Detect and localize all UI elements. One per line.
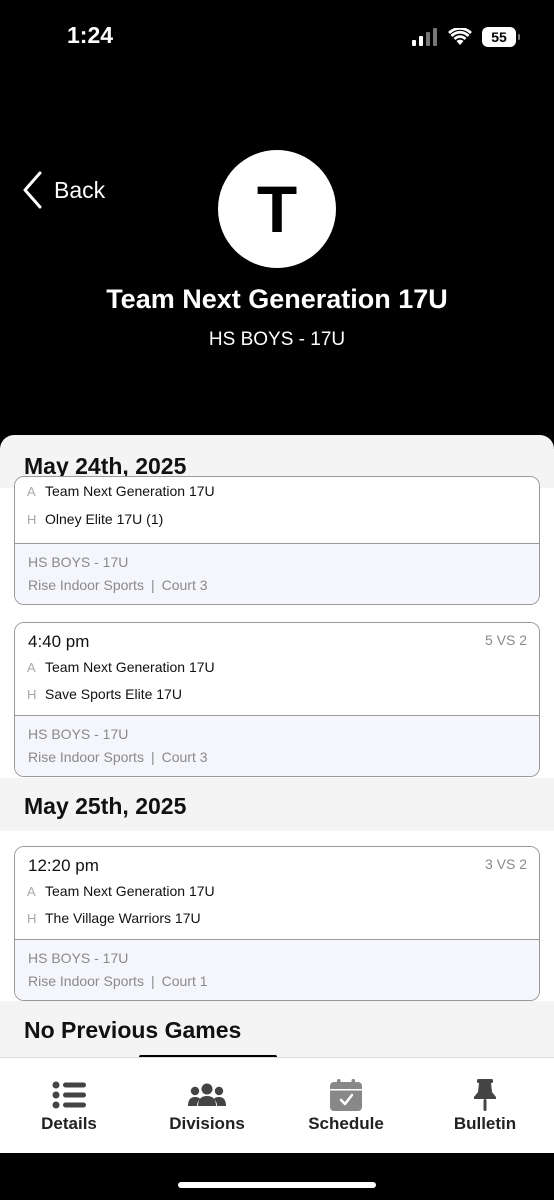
game-section: A Team Next Generation 17U H Olney Elite… (0, 476, 554, 778)
tab-label: Schedule (308, 1114, 384, 1133)
game-venue: Rise Indoor Sports (28, 973, 144, 989)
tab-bulletin[interactable]: Bulletin (416, 1058, 554, 1153)
home-letter: H (27, 687, 37, 702)
home-letter: H (27, 911, 37, 926)
away-team: Team Next Generation 17U (45, 659, 215, 675)
game-location: Rise Indoor Sports | Court 3 (28, 577, 208, 593)
team-division: HS BOYS - 17U (208, 329, 346, 350)
game-card-top: 4:40 pm 5 VS 2 A Team Next Generation 17… (15, 623, 539, 715)
home-team: The Village Warriors 17U (45, 910, 201, 926)
signal-icon (412, 28, 437, 46)
game-venue: Rise Indoor Sports (28, 577, 144, 593)
tab-details[interactable]: Details (0, 1058, 138, 1153)
game-card-info: HS BOYS - 17U Rise Indoor Sports | Court 3 (15, 715, 539, 776)
home-team: Olney Elite 17U (1) (45, 511, 164, 527)
tab-label: Divisions (169, 1114, 245, 1133)
home-indicator (178, 1182, 376, 1188)
game-card-info: HS BOYS - 17U Rise Indoor Sports | Court 1 (15, 939, 539, 1000)
away-letter: A (27, 884, 36, 899)
list-icon (52, 1080, 86, 1110)
status-icons: 55 (412, 25, 520, 49)
game-location: Rise Indoor Sports | Court 3 (28, 749, 208, 765)
game-division: HS BOYS - 17U (28, 554, 129, 570)
team-avatar: T (218, 150, 336, 268)
tab-schedule[interactable]: Schedule (277, 1058, 415, 1153)
away-letter: A (27, 660, 36, 675)
header-edge (0, 435, 554, 449)
home-team-row: H The Village Warriors 17U (27, 910, 201, 926)
status-time: 1:24 (67, 22, 114, 48)
game-court: Court 1 (161, 973, 208, 989)
game-card-info: HS BOYS - 17U Rise Indoor Sports | Court 3 (15, 543, 539, 604)
tab-label: Details (41, 1114, 97, 1133)
game-court: Court 3 (161, 577, 208, 593)
no-previous-games: No Previous Games (24, 1017, 242, 1043)
game-court: Court 3 (161, 749, 208, 765)
status-bar: 1:24 55 (0, 0, 554, 74)
tab-divisions[interactable]: Divisions (138, 1058, 276, 1153)
date-heading: May 25th, 2025 (24, 793, 187, 819)
game-location: Rise Indoor Sports | Court 1 (28, 973, 208, 989)
game-card[interactable]: 4:40 pm 5 VS 2 A Team Next Generation 17… (14, 622, 540, 777)
away-letter: A (27, 484, 36, 499)
home-team-row: H Save Sports Elite 17U (27, 686, 182, 702)
away-team-row: A Team Next Generation 17U (27, 483, 215, 499)
away-team: Team Next Generation 17U (45, 483, 215, 499)
away-team-row: A Team Next Generation 17U (27, 883, 215, 899)
tab-bar: Details Divisions Schedule Bulletin (0, 1057, 554, 1153)
battery-level: 55 (491, 29, 507, 45)
game-division: HS BOYS - 17U (28, 726, 129, 742)
game-time: 12:20 pm (28, 856, 99, 875)
away-team-row: A Team Next Generation 17U (27, 659, 215, 675)
group-icon (188, 1080, 226, 1110)
team-name: Team Next Generation 17U (106, 284, 448, 314)
battery-icon: 55 (482, 27, 520, 47)
game-card-top: 12:20 pm 3 VS 2 A Team Next Generation 1… (15, 847, 539, 939)
game-card-top: A Team Next Generation 17U H Olney Elite… (15, 477, 539, 543)
separator: | (150, 577, 155, 593)
back-label: Back (54, 176, 106, 203)
chevron-left-icon (23, 171, 42, 209)
schedule-list[interactable]: May 24th, 2025 A Team Next Generation 17… (0, 435, 554, 1057)
game-venue: Rise Indoor Sports (28, 749, 144, 765)
home-letter: H (27, 512, 37, 527)
game-score: 5 VS 2 (484, 632, 527, 648)
game-division: HS BOYS - 17U (28, 950, 129, 966)
home-team-row: H Olney Elite 17U (1) (27, 511, 163, 527)
game-time: 4:40 pm (28, 632, 90, 651)
game-section: 12:20 pm 3 VS 2 A Team Next Generation 1… (0, 831, 554, 1001)
pushpin-icon (473, 1079, 497, 1111)
away-team: Team Next Generation 17U (45, 883, 215, 899)
back-button[interactable]: Back (22, 170, 105, 210)
calendar-check-icon (330, 1079, 362, 1111)
tab-label: Bulletin (453, 1114, 517, 1133)
separator: | (150, 973, 155, 989)
game-card[interactable]: 12:20 pm 3 VS 2 A Team Next Generation 1… (14, 846, 540, 1001)
home-team: Save Sports Elite 17U (45, 686, 182, 702)
wifi-icon (448, 28, 472, 45)
game-card[interactable]: A Team Next Generation 17U H Olney Elite… (14, 476, 540, 605)
separator: | (150, 749, 155, 765)
game-score: 3 VS 2 (484, 856, 527, 872)
